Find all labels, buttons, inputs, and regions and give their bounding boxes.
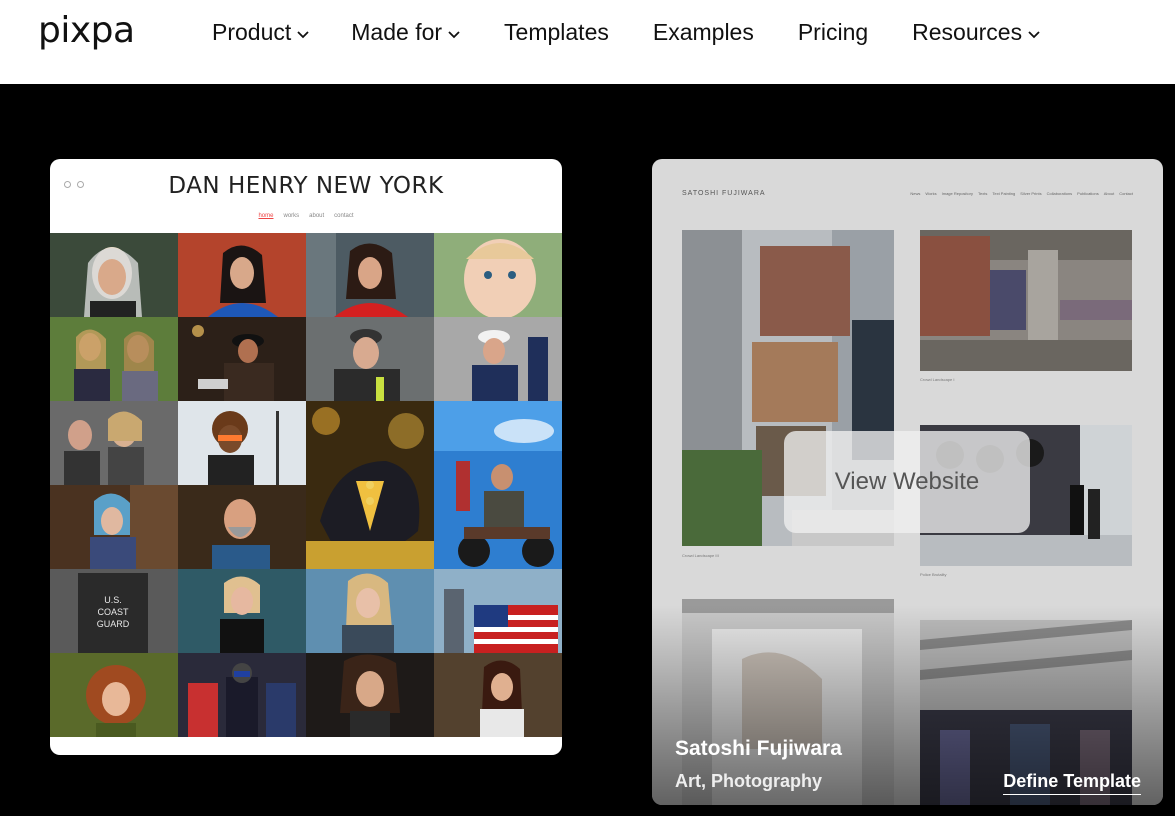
site-menu-item[interactable]: About <box>1104 191 1114 196</box>
site-menu: News Works Image Repository Texts Text P… <box>910 191 1133 196</box>
site-menu-item[interactable]: home <box>258 213 273 219</box>
portrait-photo[interactable] <box>434 569 562 653</box>
main-nav: Product Made for Templates Examples Pric… <box>212 19 1042 46</box>
site-menu-item[interactable]: Works <box>925 191 936 196</box>
portrait-photo[interactable] <box>306 401 434 569</box>
portrait-photo[interactable] <box>306 317 434 401</box>
portrait-photo[interactable] <box>434 401 562 569</box>
portrait-photo[interactable] <box>178 317 306 401</box>
photo-caption: Crowd Landscape I <box>920 377 955 382</box>
nav-item-pricing[interactable]: Pricing <box>798 19 868 46</box>
top-navigation-bar: pixpa Product Made for Templates Example… <box>0 0 1175 84</box>
site-menu: home works about contact <box>50 213 562 219</box>
site-title: DAN HENRY NEW YORK <box>168 173 444 199</box>
chevron-down-icon <box>1028 30 1040 38</box>
chevron-down-icon <box>297 30 309 38</box>
portrait-photo[interactable] <box>434 653 562 737</box>
portrait-photo[interactable] <box>434 317 562 401</box>
pixpa-logo[interactable]: pixpa <box>38 10 135 51</box>
nav-item-label: Product <box>212 19 292 45</box>
nav-item-resources[interactable]: Resources <box>912 19 1042 46</box>
nav-item-examples[interactable]: Examples <box>653 19 754 46</box>
portrait-photo[interactable] <box>178 653 306 737</box>
template-categories: Art, Photography <box>675 771 822 791</box>
chevron-down-icon <box>448 30 460 38</box>
nav-item-label: Pricing <box>797 19 869 45</box>
define-template-link[interactable]: Define Template <box>1003 771 1141 795</box>
template-card-satoshi-fujiwara[interactable]: SATOSHI FUJIWARA News Works Image Reposi… <box>652 159 1163 805</box>
site-menu-item[interactable]: Text Painting <box>992 191 1015 196</box>
site-menu-item[interactable]: Collaborations <box>1047 191 1073 196</box>
portrait-photo[interactable] <box>50 485 178 569</box>
site-menu-item[interactable]: Publications <box>1077 191 1099 196</box>
portrait-photo[interactable] <box>178 401 306 485</box>
site-menu-item[interactable]: Contact <box>1119 191 1133 196</box>
nav-item-product[interactable]: Product <box>212 19 311 46</box>
portrait-photo[interactable] <box>50 233 178 317</box>
nav-item-label: Made for <box>351 19 443 45</box>
portrait-photo[interactable]: U.S. COAST GUARD <box>50 569 178 653</box>
portrait-photo[interactable] <box>50 401 178 485</box>
nav-item-templates[interactable]: Templates <box>504 19 609 46</box>
site-title: SATOSHI FUJIWARA <box>682 190 766 197</box>
nav-item-label: Resources <box>912 19 1023 45</box>
photo-caption: Police Brutality <box>920 572 947 577</box>
nav-item-made-for[interactable]: Made for <box>351 19 462 46</box>
template-card-dan-henry[interactable]: DAN HENRY NEW YORK home works about cont… <box>50 159 562 755</box>
photo-caption: Crowd Landscape III <box>682 553 719 558</box>
portrait-photo[interactable] <box>434 233 562 317</box>
portrait-photo[interactable] <box>178 569 306 653</box>
site-menu-item[interactable]: works <box>283 213 299 219</box>
site-menu-item[interactable]: Image Repository <box>942 191 973 196</box>
view-website-button[interactable]: View Website <box>784 431 1030 533</box>
portrait-photo[interactable] <box>50 653 178 737</box>
portrait-photo-grid: U.S. COAST GUARD <box>50 233 562 755</box>
template-name: Satoshi Fujiwara <box>675 737 842 760</box>
svg-text:GUARD: GUARD <box>97 619 130 629</box>
site-menu-item[interactable]: News <box>910 191 920 196</box>
svg-text:COAST: COAST <box>97 607 129 617</box>
portrait-photo[interactable] <box>306 233 434 317</box>
gallery-photo[interactable] <box>920 230 1132 371</box>
portrait-photo[interactable] <box>178 485 306 569</box>
portrait-photo[interactable] <box>50 317 178 401</box>
site-menu-item[interactable]: Silver Prints <box>1020 191 1041 196</box>
portrait-photo[interactable] <box>306 569 434 653</box>
portrait-photo[interactable] <box>178 233 306 317</box>
portrait-photo[interactable] <box>306 653 434 737</box>
nav-item-label: Templates <box>504 19 609 45</box>
svg-text:U.S.: U.S. <box>104 595 122 605</box>
site-menu-item[interactable]: contact <box>334 213 353 219</box>
site-menu-item[interactable]: about <box>309 213 324 219</box>
site-menu-item[interactable]: Texts <box>978 191 987 196</box>
nav-item-label: Examples <box>652 19 754 45</box>
